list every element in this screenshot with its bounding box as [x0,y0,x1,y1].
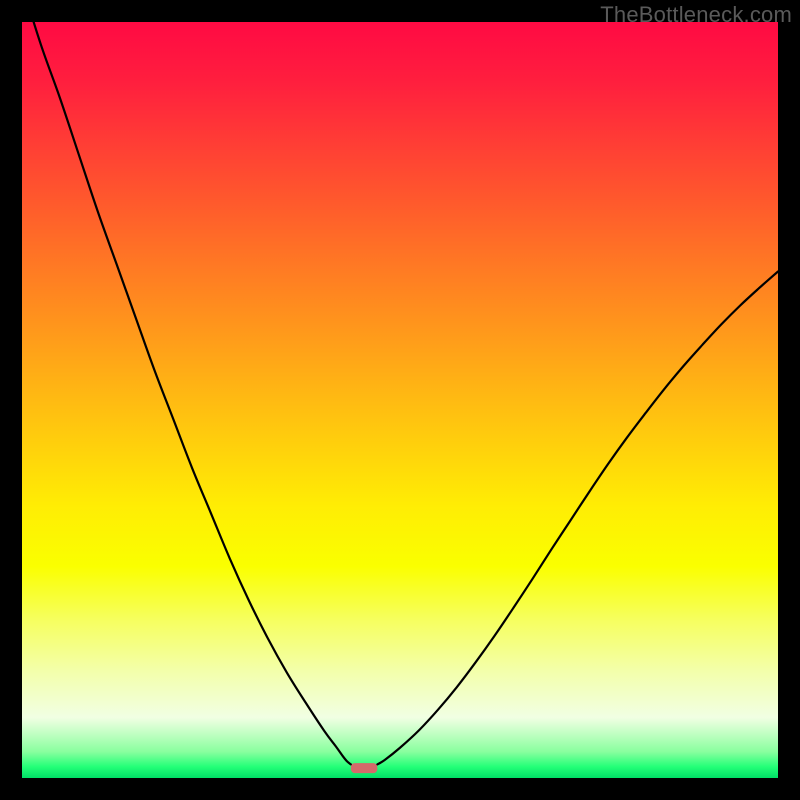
chart-background [22,22,778,778]
chart-plot [22,22,778,778]
valley-marker [351,763,377,773]
chart-svg [22,22,778,778]
chart-frame: TheBottleneck.com [0,0,800,800]
